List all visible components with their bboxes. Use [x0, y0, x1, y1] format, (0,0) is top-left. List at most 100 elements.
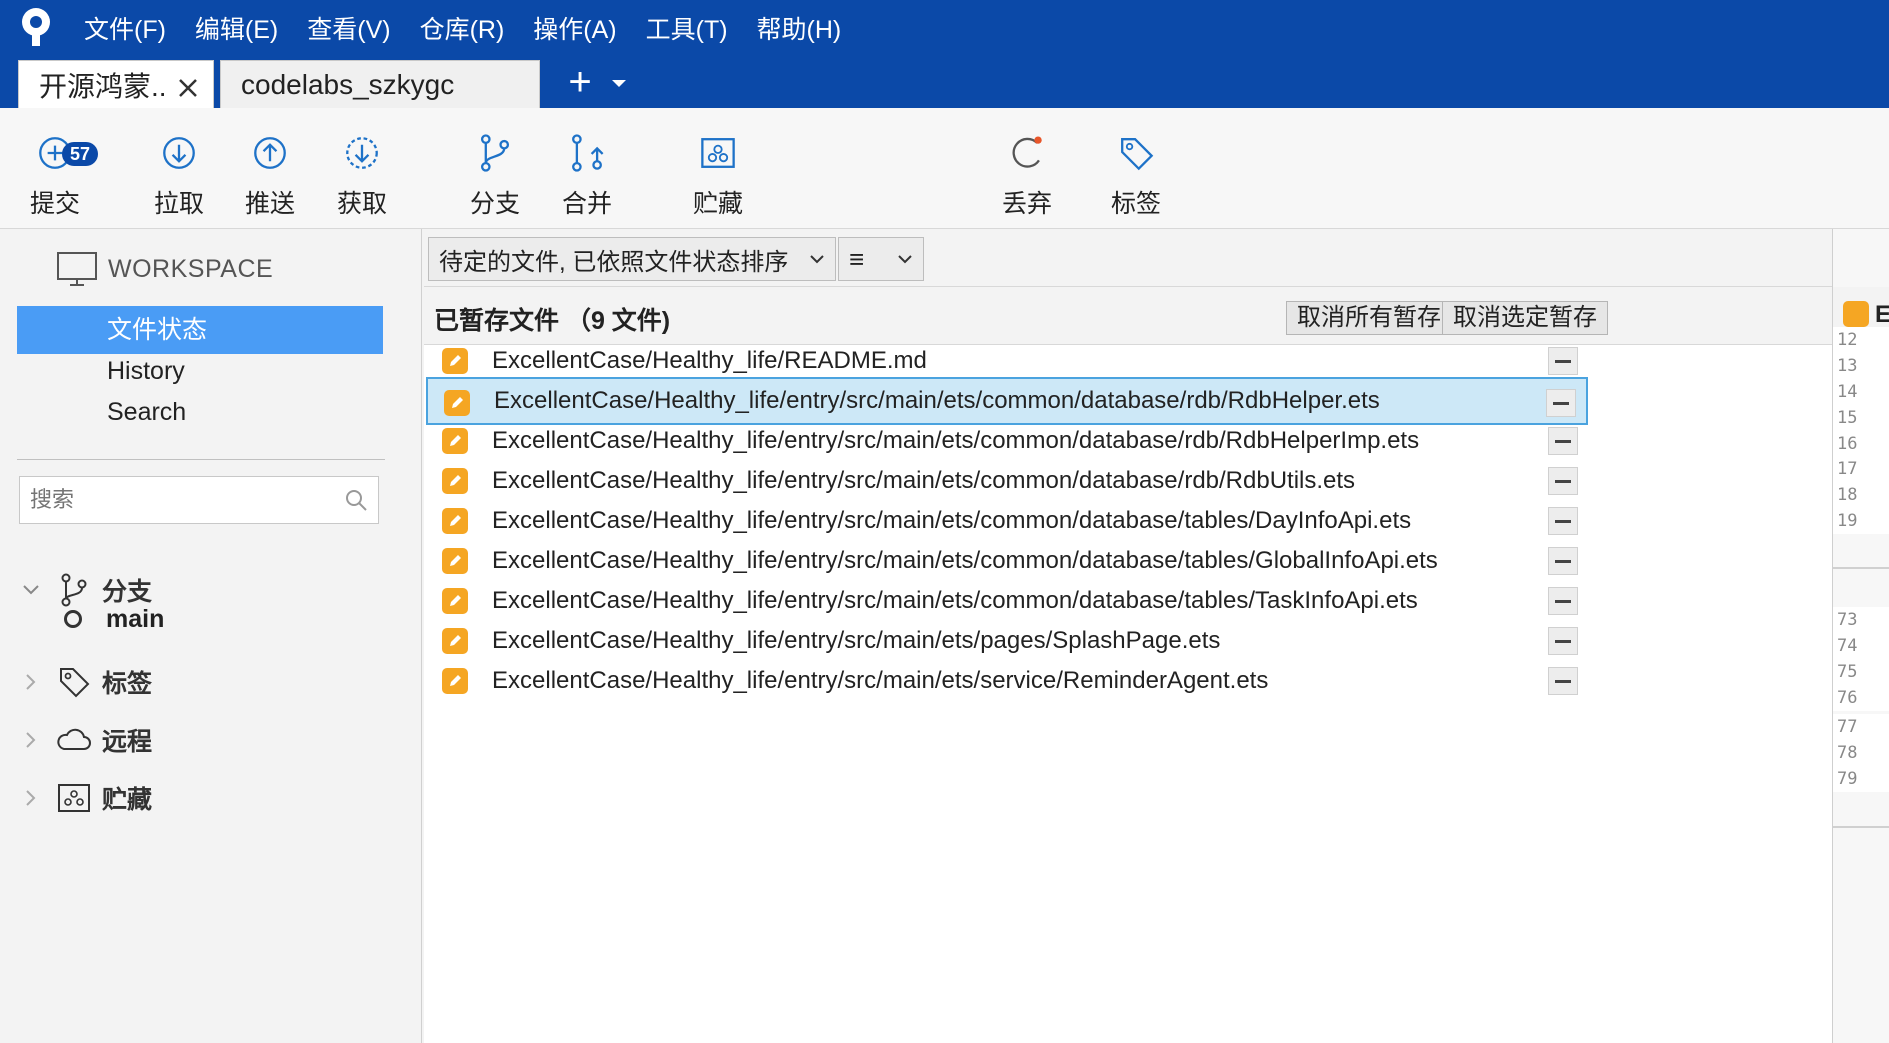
workspace-label: WORKSPACE [108, 254, 274, 283]
branch-icon [480, 134, 510, 172]
chevron-right-icon[interactable] [20, 787, 42, 809]
file-path: ExcellentCase/Healthy_life/entry/src/mai… [492, 467, 1356, 494]
stash-icon [701, 138, 735, 168]
tree-tags[interactable]: 标签 [20, 659, 152, 705]
menu-bar: 文件(F) 编辑(E) 查看(V) 仓库(R) 操作(A) 工具(T) 帮助(H… [84, 10, 870, 50]
modified-file-icon [442, 668, 468, 694]
repo-tabs: 开源鸿蒙... codelabs_szkygc + [18, 60, 636, 108]
file-row[interactable]: ExcellentCase/Healthy_life/entry/src/mai… [426, 657, 1588, 705]
line-number: 19 [1837, 511, 1858, 531]
chevron-down-icon[interactable] [602, 60, 636, 108]
diff-file-title: E [1875, 301, 1889, 328]
line-number: 77 [1837, 717, 1858, 737]
tree-remotes[interactable]: 远程 [20, 717, 152, 763]
modified-file-icon [442, 348, 468, 374]
diff-line-numbers: 12 13 14 15 16 [1833, 327, 1889, 457]
unstage-file-button[interactable] [1548, 587, 1578, 615]
fetch-button[interactable]: 获取 [307, 130, 417, 220]
menu-tools[interactable]: 工具(T) [646, 10, 728, 50]
unstage-file-button[interactable] [1548, 427, 1578, 455]
tree-stashes[interactable]: 贮藏 [20, 775, 152, 821]
merge-icon [572, 134, 604, 172]
unstage-all-button[interactable]: 取消所有暂存 [1286, 301, 1452, 335]
nav-search[interactable]: Search [17, 388, 383, 436]
merge-button[interactable]: 合并 [532, 130, 642, 220]
chevron-right-icon[interactable] [20, 729, 42, 751]
unstage-file-button[interactable] [1548, 507, 1578, 535]
file-path: ExcellentCase/Healthy_life/README.md [492, 347, 927, 374]
list-view-icon: ≡ [849, 243, 865, 274]
workspace-header: WORKSPACE [56, 251, 273, 287]
tab-inactive-repo[interactable]: codelabs_szkygc [220, 60, 540, 108]
push-icon [254, 137, 286, 169]
commit-button[interactable]: 57 提交 [0, 130, 110, 220]
unstage-file-button[interactable] [1546, 389, 1576, 417]
unstage-file-button[interactable] [1548, 467, 1578, 495]
app-logo-icon[interactable] [18, 6, 54, 50]
line-number: 15 [1837, 408, 1858, 428]
view-mode-dropdown[interactable]: ≡ [838, 237, 924, 281]
menu-file[interactable]: 文件(F) [84, 10, 166, 50]
sidebar: WORKSPACE 文件状态 History Search 分支 main 标签… [0, 229, 422, 1043]
tab-label: codelabs_szkygc [241, 68, 455, 100]
modified-file-icon [442, 468, 468, 494]
menu-actions[interactable]: 操作(A) [533, 10, 616, 50]
discard-icon [1012, 136, 1042, 168]
tab-active-repo[interactable]: 开源鸿蒙... [18, 60, 214, 108]
hunk-separator [1833, 567, 1889, 569]
fetch-label: 获取 [336, 190, 387, 218]
file-path: ExcellentCase/Healthy_life/entry/src/mai… [492, 587, 1418, 614]
pull-icon [163, 137, 195, 169]
remotes-label: 远程 [102, 728, 153, 756]
line-number: 74 [1837, 636, 1858, 656]
file-path: ExcellentCase/Healthy_life/entry/src/mai… [492, 507, 1412, 534]
add-tab-button[interactable]: + [558, 60, 602, 108]
unstage-file-button[interactable] [1548, 547, 1578, 575]
menu-repository[interactable]: 仓库(R) [420, 10, 505, 50]
unstage-selected-button[interactable]: 取消选定暂存 [1442, 301, 1608, 335]
unstage-file-button[interactable] [1548, 627, 1578, 655]
tag-icon [1121, 138, 1154, 171]
modified-file-icon [442, 508, 468, 534]
tag-icon [60, 668, 90, 698]
current-branch-icon [64, 610, 82, 628]
menu-edit[interactable]: 编辑(E) [195, 10, 278, 50]
file-path: ExcellentCase/Healthy_life/entry/src/mai… [492, 427, 1420, 454]
line-number: 18 [1837, 485, 1858, 505]
chevron-down-icon [810, 255, 824, 264]
chevron-down-icon[interactable] [20, 579, 42, 601]
line-number: 79 [1837, 769, 1858, 789]
unstage-file-button[interactable] [1548, 347, 1578, 375]
pull-label: 拉取 [153, 190, 204, 218]
branch-item-main[interactable]: main [64, 599, 164, 639]
title-bar: 文件(F) 编辑(E) 查看(V) 仓库(R) 操作(A) 工具(T) 帮助(H… [0, 0, 1889, 108]
sidebar-search-input[interactable] [30, 487, 344, 513]
chevron-right-icon[interactable] [20, 671, 42, 693]
sidebar-divider [17, 459, 385, 460]
line-number: 16 [1837, 434, 1858, 454]
diff-line-numbers: 77 78 79 [1833, 714, 1889, 792]
tag-button[interactable]: 标签 [1081, 130, 1191, 220]
close-icon[interactable] [177, 74, 199, 97]
tag-label: 标签 [1110, 190, 1161, 218]
sidebar-search[interactable] [19, 476, 379, 524]
stash-button[interactable]: 贮藏 [663, 130, 773, 220]
file-sort-label: 待定的文件, 已依照文件状态排序 [439, 248, 789, 276]
unstage-file-button[interactable] [1548, 667, 1578, 695]
hunk-separator [1833, 826, 1889, 828]
main-panel: 待定的文件, 已依照文件状态排序 ≡ 已暂存文件 （9 文件) 取消所有暂存 取… [424, 229, 1832, 1043]
commit-label: 提交 [29, 190, 80, 218]
tags-label: 标签 [102, 670, 153, 698]
menu-view[interactable]: 查看(V) [307, 10, 390, 50]
file-sort-dropdown[interactable]: 待定的文件, 已依照文件状态排序 [428, 237, 836, 281]
modified-file-icon [1843, 301, 1869, 327]
diff-line-numbers: 17 18 19 [1833, 456, 1889, 534]
discard-button[interactable]: 丢弃 [972, 130, 1082, 220]
cloud-icon [57, 728, 91, 750]
branch-label: 分支 [469, 190, 520, 218]
stash-icon [58, 784, 90, 812]
tab-label: 开源鸿蒙... [39, 70, 169, 102]
line-number: 76 [1837, 688, 1858, 708]
fetch-icon [346, 137, 378, 169]
menu-help[interactable]: 帮助(H) [757, 10, 842, 50]
